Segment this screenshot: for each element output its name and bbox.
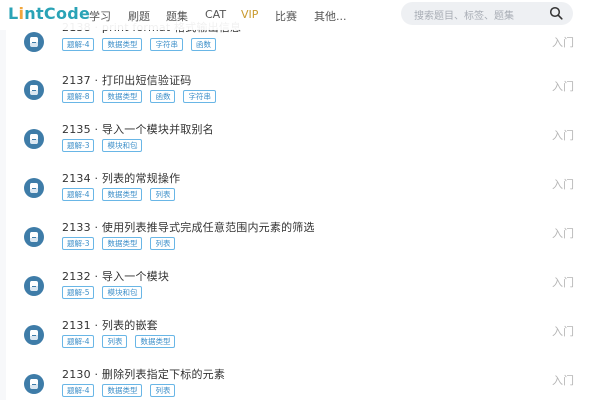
python-icon bbox=[24, 276, 44, 296]
search-input[interactable]: 搜索题目、标签、题集 bbox=[401, 2, 573, 25]
python-icon bbox=[24, 374, 44, 394]
tag[interactable]: 列表 bbox=[150, 188, 176, 201]
tag-list: 题解-4 数据类型 字符串 函数 bbox=[62, 38, 216, 52]
python-icon bbox=[24, 80, 44, 100]
tag[interactable]: 函数 bbox=[150, 90, 176, 103]
difficulty-label: 入门 bbox=[552, 36, 574, 49]
difficulty-label: 入门 bbox=[552, 227, 574, 240]
tag[interactable]: 数据类型 bbox=[102, 90, 143, 103]
problem-row[interactable]: 2138 · print format 格式输出信息 题解-4 数据类型 字符串… bbox=[6, 21, 596, 73]
problem-title[interactable]: 2130 · 删除列表指定下标的元素 bbox=[62, 366, 225, 382]
python-icon bbox=[24, 325, 44, 345]
tag[interactable]: 列表 bbox=[102, 335, 128, 348]
nav-item-problem-sets[interactable]: 题集 bbox=[166, 8, 188, 24]
python-icon bbox=[24, 32, 44, 52]
tag-list: 题解-4 数据类型 列表 bbox=[62, 188, 176, 202]
problem-row[interactable]: 2131 · 列表的嵌套 题解-4 列表 数据类型 入门 bbox=[6, 317, 596, 366]
python-icon bbox=[24, 227, 44, 247]
tag[interactable]: 题解-4 bbox=[62, 335, 95, 348]
problem-row[interactable]: 2137 · 打印出短信验证码 题解-8 数据类型 函数 字符串 入门 bbox=[6, 72, 596, 121]
problem-title[interactable]: 2132 · 导入一个模块 bbox=[62, 268, 169, 284]
problem-title[interactable]: 2134 · 列表的常规操作 bbox=[62, 170, 180, 186]
difficulty-label: 入门 bbox=[552, 374, 574, 387]
search-icon[interactable] bbox=[549, 6, 563, 20]
tag[interactable]: 数据类型 bbox=[135, 335, 176, 348]
problem-row[interactable]: 2133 · 使用列表推导式完成任意范围内元素的筛选 题解-3 数据类型 列表 … bbox=[6, 219, 596, 268]
problem-title[interactable]: 2135 · 导入一个模块并取别名 bbox=[62, 121, 214, 137]
difficulty-label: 入门 bbox=[552, 129, 574, 142]
tag-list: 题解-8 数据类型 函数 字符串 bbox=[62, 90, 216, 104]
tag[interactable]: 字符串 bbox=[183, 90, 216, 103]
difficulty-label: 入门 bbox=[552, 276, 574, 289]
tag-list: 题解-3 数据类型 列表 bbox=[62, 237, 176, 251]
tag[interactable]: 模块和包 bbox=[102, 139, 143, 152]
tag[interactable]: 题解-3 bbox=[62, 237, 95, 250]
problem-title[interactable]: 2131 · 列表的嵌套 bbox=[62, 317, 158, 333]
problem-row[interactable]: 2135 · 导入一个模块并取别名 题解-3 模块和包 入门 bbox=[6, 121, 596, 170]
difficulty-label: 入门 bbox=[552, 80, 574, 93]
problem-row[interactable]: 2132 · 导入一个模块 题解-5 模块和包 入门 bbox=[6, 268, 596, 317]
problem-title[interactable]: 2133 · 使用列表推导式完成任意范围内元素的筛选 bbox=[62, 219, 315, 235]
difficulty-label: 入门 bbox=[552, 325, 574, 338]
logo-text: ntCode bbox=[24, 4, 91, 23]
logo-letter: L bbox=[8, 4, 19, 23]
nav-item-problems[interactable]: 刷题 bbox=[128, 8, 150, 24]
tag[interactable]: 列表 bbox=[150, 384, 176, 397]
tag[interactable]: 数据类型 bbox=[102, 237, 143, 250]
tag[interactable]: 列表 bbox=[150, 237, 176, 250]
tag-list: 题解-5 模块和包 bbox=[62, 286, 143, 300]
python-icon bbox=[24, 129, 44, 149]
nav-item-more[interactable]: 其他... bbox=[314, 8, 347, 24]
difficulty-label: 入门 bbox=[552, 178, 574, 191]
tag[interactable]: 数据类型 bbox=[102, 38, 143, 51]
tag[interactable]: 字符串 bbox=[150, 38, 183, 51]
problem-title[interactable]: 2137 · 打印出短信验证码 bbox=[62, 72, 191, 88]
tag[interactable]: 题解-4 bbox=[62, 384, 95, 397]
search-placeholder: 搜索题目、标签、题集 bbox=[414, 11, 514, 22]
tag[interactable]: 数据类型 bbox=[102, 384, 143, 397]
tag[interactable]: 数据类型 bbox=[102, 188, 143, 201]
nav-item-contests[interactable]: 比赛 bbox=[275, 8, 297, 24]
python-icon bbox=[24, 178, 44, 198]
tag[interactable]: 题解-3 bbox=[62, 139, 95, 152]
tag[interactable]: 模块和包 bbox=[102, 286, 143, 299]
problem-row[interactable]: 2134 · 列表的常规操作 题解-4 数据类型 列表 入门 bbox=[6, 170, 596, 219]
lintcode-logo[interactable]: LintCode bbox=[8, 4, 90, 23]
nav-item-learn[interactable]: 学习 bbox=[89, 8, 111, 24]
tag[interactable]: 题解-5 bbox=[62, 286, 95, 299]
tag[interactable]: 题解-4 bbox=[62, 188, 95, 201]
tag-list: 题解-4 数据类型 列表 bbox=[62, 384, 176, 398]
problem-row[interactable]: 2130 · 删除列表指定下标的元素 题解-4 数据类型 列表 入门 bbox=[6, 366, 596, 400]
nav-item-cat[interactable]: CAT bbox=[205, 8, 226, 21]
problem-list: 2138 · print format 格式输出信息 题解-4 数据类型 字符串… bbox=[6, 0, 596, 400]
tag[interactable]: 题解-4 bbox=[62, 38, 95, 51]
tag[interactable]: 函数 bbox=[190, 38, 216, 51]
nav-item-vip[interactable]: VIP bbox=[241, 8, 258, 21]
top-nav-bar: LintCode 学习 刷题 题集 CAT VIP 比赛 其他... 搜索题目、… bbox=[0, 0, 596, 30]
tag-list: 题解-3 模块和包 bbox=[62, 139, 143, 153]
tag[interactable]: 题解-8 bbox=[62, 90, 95, 103]
tag-list: 题解-4 列表 数据类型 bbox=[62, 335, 176, 349]
